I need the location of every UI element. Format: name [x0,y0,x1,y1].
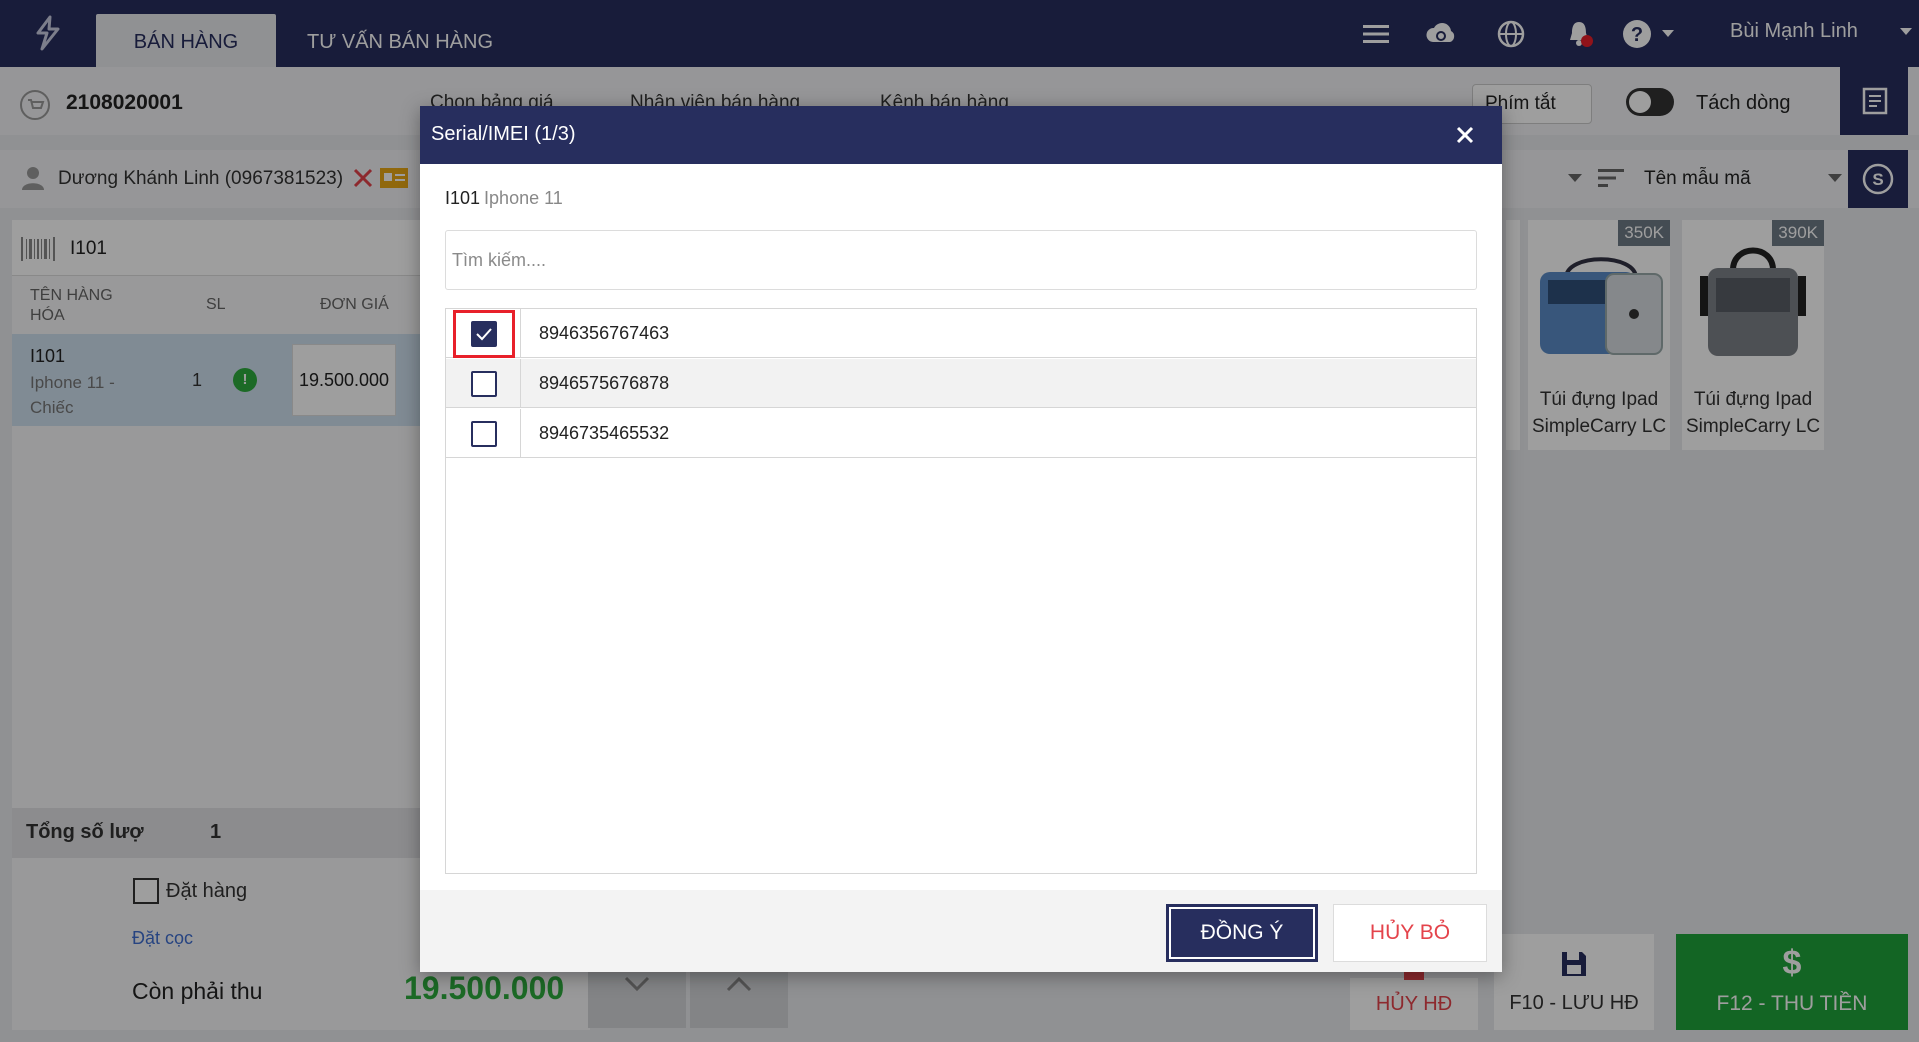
highlight-annotation [453,310,515,358]
cancel-button[interactable]: HỦY BỎ [1333,904,1487,962]
confirm-button[interactable]: ĐỒNG Ý [1166,904,1318,962]
serial-search-input[interactable] [445,230,1477,290]
dialog-footer: ĐỒNG Ý HỦY BỎ [420,890,1502,972]
serial-row[interactable]: 8946356767463 [446,309,1476,358]
dialog-product-name: Iphone 11 [484,188,563,208]
serial-list: 8946356767463 8946575676878 894673546553… [445,308,1477,874]
serial-check-cell[interactable] [446,409,521,458]
dialog-product-info: I101 Iphone 11 [445,188,563,209]
serial-row[interactable]: 8946575676878 [446,359,1476,408]
serial-checkbox[interactable] [471,371,497,397]
dialog-product-code: I101 [445,188,481,208]
close-icon[interactable] [1452,122,1478,148]
serial-check-cell[interactable] [446,309,521,358]
serial-number: 8946575676878 [539,373,670,393]
serial-number: 8946356767463 [539,323,670,343]
serial-checkbox[interactable] [471,421,497,447]
serial-check-cell[interactable] [446,359,521,408]
serial-row[interactable]: 8946735465532 [446,409,1476,458]
dialog-header: Serial/IMEI (1/3) [420,106,1502,164]
serial-imei-dialog: Serial/IMEI (1/3) I101Iphone 11 89463567… [420,106,1502,972]
dialog-title: Serial/IMEI (1/3) [431,123,576,145]
serial-number: 8946735465532 [539,423,670,443]
